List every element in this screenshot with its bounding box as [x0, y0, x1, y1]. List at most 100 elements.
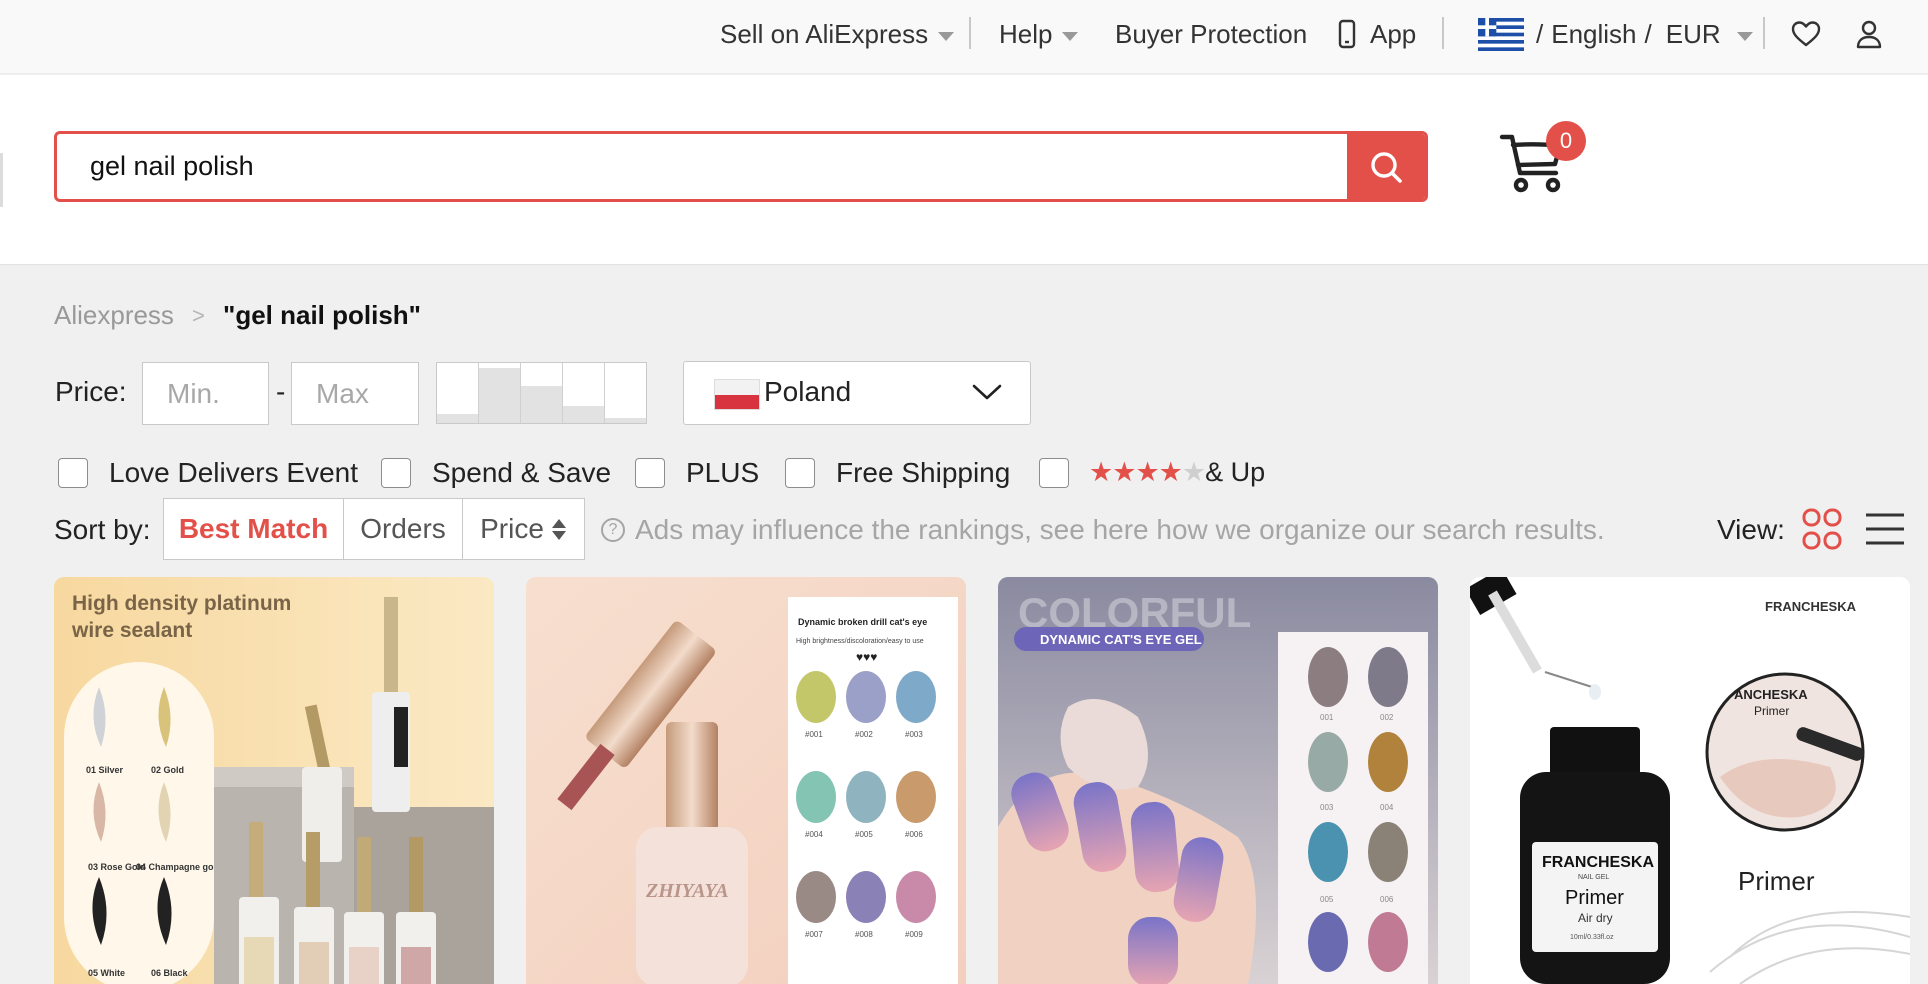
- sell-on-aliexpress-menu[interactable]: Sell on AliExpress: [720, 0, 955, 68]
- divider: [969, 17, 971, 49]
- breadcrumb-current: "gel nail polish": [223, 300, 422, 330]
- ads-notice-text: Ads may influence the rankings, see here…: [635, 514, 1605, 545]
- header-edge: [0, 153, 3, 207]
- checkbox-rating[interactable]: [1039, 458, 1069, 488]
- swatch-label: 003: [1320, 803, 1334, 812]
- price-range-dash: -: [276, 376, 286, 407]
- swatch-label: 002: [1380, 713, 1394, 722]
- poland-flag-icon: [714, 379, 760, 410]
- product-card[interactable]: COLORFUL DYNAMIC CAT'S EYE GEL 001 002 0…: [998, 577, 1438, 984]
- search-input[interactable]: [57, 134, 1349, 199]
- buyer-protection-link[interactable]: Buyer Protection: [1115, 0, 1307, 68]
- price-min-input[interactable]: [143, 363, 268, 424]
- price-histogram-fill: [479, 367, 520, 423]
- swatch-label: #004: [805, 830, 823, 839]
- wishlist-button[interactable]: [1791, 0, 1821, 68]
- phone-icon: [1338, 19, 1356, 49]
- swatch-label: #001: [805, 730, 823, 739]
- sort-price-label: Price: [480, 513, 544, 544]
- star-icon: ★: [1089, 457, 1113, 487]
- top-bar: Sell on AliExpress Help Buyer Protection…: [0, 0, 1928, 74]
- price-histogram-bar[interactable]: [479, 363, 521, 423]
- currency-label: EUR: [1665, 18, 1721, 49]
- checkbox-spend-and-save[interactable]: [381, 458, 411, 488]
- product-card[interactable]: FRANCHESKA FRANCHESKA NAIL GEL Primer Ai…: [1470, 577, 1910, 984]
- language-label: English: [1551, 18, 1637, 49]
- swatch-label: #005: [855, 830, 873, 839]
- bottle-brand: FRANCHESKA: [1542, 854, 1654, 871]
- sort-orders[interactable]: Orders: [344, 499, 463, 559]
- language-currency-selector[interactable]: / English / EUR: [1478, 0, 1753, 68]
- sort-arrows-icon: [551, 518, 566, 540]
- chevron-down-icon: [972, 382, 1002, 402]
- swatch-label: 004: [1380, 803, 1394, 812]
- filter-label-love-delivers-event[interactable]: Love Delivers Event: [109, 457, 358, 489]
- checkbox-plus[interactable]: [635, 458, 665, 488]
- product-image: FRANCHESKA FRANCHESKA NAIL GEL Primer Ai…: [1470, 577, 1910, 984]
- ads-notice[interactable]: ? Ads may influence the rankings, see he…: [601, 514, 1605, 546]
- sort-orders-label: Orders: [360, 513, 446, 544]
- swatch-label: 02 Gold: [151, 765, 184, 775]
- product-image: High density platinum wire sealant 01 Si…: [54, 577, 494, 984]
- swatch-label: #006: [905, 830, 923, 839]
- help-circle-icon: ?: [601, 518, 625, 542]
- search-bar: [54, 131, 1428, 202]
- product-brand: ZHIYAYA: [645, 880, 729, 902]
- ship-to-country-select[interactable]: Poland: [683, 361, 1031, 425]
- price-histogram[interactable]: [436, 362, 647, 424]
- view-label: View:: [1717, 514, 1785, 545]
- divider: [1442, 17, 1444, 49]
- sort-options: Best Match Orders Price: [163, 498, 585, 560]
- star-icon: ★: [1181, 457, 1206, 487]
- checkbox-love-delivers-event[interactable]: [58, 458, 88, 488]
- search-button[interactable]: [1347, 134, 1425, 199]
- filter-label-plus[interactable]: PLUS: [686, 457, 759, 489]
- price-histogram-bar[interactable]: [605, 363, 646, 423]
- sort-best-match[interactable]: Best Match: [164, 499, 344, 559]
- rating-suffix: & Up: [1205, 457, 1266, 487]
- checkbox-free-shipping[interactable]: [785, 458, 815, 488]
- product-brand: FRANCHESKA: [1765, 599, 1857, 614]
- star-icon: ★: [1135, 457, 1159, 487]
- price-histogram-bar[interactable]: [521, 363, 563, 423]
- grid-view-icon[interactable]: [1802, 508, 1842, 550]
- lang-separator: /: [1536, 18, 1544, 49]
- swatch-label: 04 Champagne gold: [136, 862, 222, 872]
- breadcrumb-separator: >: [192, 303, 205, 328]
- circle-text: ANCHESKA: [1734, 687, 1808, 702]
- price-min-field: [142, 362, 269, 425]
- swatch-label: #003: [905, 730, 923, 739]
- bottle-product: Primer: [1565, 887, 1624, 909]
- breadcrumb-home[interactable]: Aliexpress: [54, 300, 174, 331]
- swatch-label: 05 White: [88, 968, 125, 978]
- caret-down-icon: [1736, 31, 1753, 41]
- price-histogram-fill: [563, 406, 604, 423]
- list-view-icon[interactable]: [1864, 511, 1906, 547]
- product-image: ZHIYAYA Dynamic broken drill cat's eye H…: [526, 577, 966, 984]
- filter-label-free-shipping[interactable]: Free Shipping: [836, 457, 1010, 489]
- product-image-text: DYNAMIC CAT'S EYE GEL: [1040, 632, 1202, 647]
- price-max-input[interactable]: [292, 363, 418, 424]
- app-link[interactable]: App: [1338, 0, 1416, 68]
- price-histogram-bar[interactable]: [563, 363, 605, 423]
- star-icon: ★: [1158, 457, 1183, 487]
- lang-separator: /: [1644, 18, 1652, 49]
- account-button[interactable]: [1856, 0, 1882, 68]
- search-icon: [1368, 149, 1404, 185]
- help-menu[interactable]: Help: [999, 0, 1079, 68]
- product-image: COLORFUL DYNAMIC CAT'S EYE GEL 001 002 0…: [998, 577, 1438, 984]
- filter-label-spend-and-save[interactable]: Spend & Save: [432, 457, 611, 489]
- product-card[interactable]: High density platinum wire sealant 01 Si…: [54, 577, 494, 984]
- bottle-text: 10ml/0.33fl.oz: [1570, 934, 1614, 941]
- cart-count-badge: 0: [1546, 121, 1586, 161]
- bottle-text: NAIL GEL: [1578, 874, 1609, 881]
- swatch-label: #002: [855, 730, 873, 739]
- rating-filter[interactable]: ★★★★★& Up: [1089, 457, 1265, 488]
- price-max-field: [291, 362, 419, 425]
- product-card[interactable]: ZHIYAYA Dynamic broken drill cat's eye H…: [526, 577, 966, 984]
- swatch-label: #008: [855, 930, 873, 939]
- price-histogram-bar[interactable]: [437, 363, 479, 423]
- product-image-text: Dynamic broken drill cat's eye: [798, 617, 927, 627]
- sort-price[interactable]: Price: [463, 499, 583, 559]
- circle-text: Primer: [1754, 704, 1789, 718]
